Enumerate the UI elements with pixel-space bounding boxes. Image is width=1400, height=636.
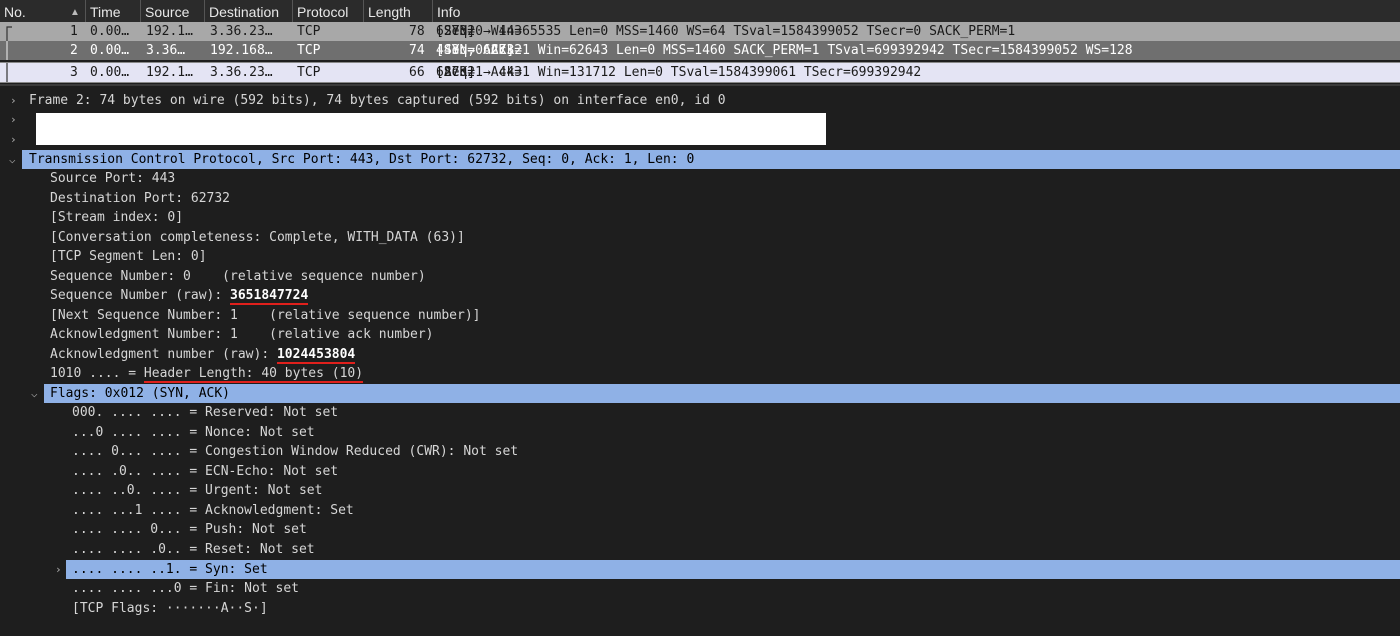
packet-destination: 192.168… xyxy=(210,43,273,58)
header-length-value: Header Length: 40 bytes (10) xyxy=(143,366,364,383)
flag-item[interactable]: .... .... 0... = Push: Not set xyxy=(0,520,1400,539)
tree-item-tcp[interactable]: ⌵ Transmission Control Protocol, Src Por… xyxy=(9,150,1400,169)
packet-row[interactable]: 3 0.00… 192.1… 3.36.23… TCP 66 62732 → 4… xyxy=(0,62,1400,83)
tcp-field-seq-raw[interactable]: Sequence Number (raw): 3651847724 xyxy=(0,286,1400,305)
redacted-area xyxy=(36,113,826,145)
chevron-down-icon[interactable]: ⌵ xyxy=(9,150,16,169)
chevron-right-icon[interactable]: › xyxy=(10,110,17,129)
flag-item-syn[interactable]: › .... .... ..1. = Syn: Set xyxy=(55,560,1400,579)
flag-item[interactable]: .... .... .0.. = Reset: Not set xyxy=(0,540,1400,559)
tcp-field[interactable]: Destination Port: 62732 xyxy=(0,189,1400,208)
packet-row[interactable]: 1 0.00… 192.1… 3.36.23… TCP 78 62732 → 4… xyxy=(0,22,1400,41)
tcp-field-ack-raw[interactable]: Acknowledgment number (raw): 1024453804 xyxy=(0,345,1400,364)
tree-item-flags[interactable]: ⌵ Flags: 0x012 (SYN, ACK) xyxy=(31,384,1400,403)
packet-list: No. ▲ Time Source Destination Protocol L… xyxy=(0,0,1400,83)
packet-row-selected[interactable]: 2 0.00… 3.36… 192.168… TCP 74 443 → 6273… xyxy=(0,41,1400,60)
packet-source: 3.36… xyxy=(146,43,186,58)
info-details: Seq=0 Win=65535 Len=0 MSS=1460 WS=64 TSv… xyxy=(436,24,1016,39)
packet-no: 1 xyxy=(70,24,78,39)
tcp-field[interactable]: Sequence Number: 0 (relative sequence nu… xyxy=(0,267,1400,286)
flag-item[interactable]: .... ...1 .... = Acknowledgment: Set xyxy=(0,501,1400,520)
flag-item[interactable]: [TCP Flags: ·······A··S·] xyxy=(0,599,1400,618)
packet-time: 0.00… xyxy=(90,65,130,80)
flag-item[interactable]: ...0 .... .... = Nonce: Not set xyxy=(0,423,1400,442)
chevron-right-icon[interactable]: › xyxy=(10,91,17,110)
tree-item-frame[interactable]: › Frame 2: 74 bytes on wire (592 bits), … xyxy=(0,91,1400,110)
packet-details: › Frame 2: 74 bytes on wire (592 bits), … xyxy=(0,86,1400,621)
info-details: Seq=0 Ack=1 Win=62643 Len=0 MSS=1460 SAC… xyxy=(436,43,1133,58)
packet-protocol: TCP xyxy=(297,65,321,80)
flag-item[interactable]: 000. .... .... = Reserved: Not set xyxy=(0,403,1400,422)
chevron-right-icon[interactable]: › xyxy=(10,130,17,149)
packet-source: 192.1… xyxy=(146,24,193,39)
flag-item[interactable]: .... .0.. .... = ECN-Echo: Not set xyxy=(0,462,1400,481)
ack-raw-value: 1024453804 xyxy=(276,347,356,364)
conversation-start-icon xyxy=(6,26,12,41)
tcp-field-header-length[interactable]: 1010 .... = Header Length: 40 bytes (10) xyxy=(0,364,1400,383)
flag-item[interactable]: .... ..0. .... = Urgent: Not set xyxy=(0,481,1400,500)
chevron-right-icon[interactable]: › xyxy=(55,560,62,579)
conversation-line-icon xyxy=(6,41,8,60)
packet-destination: 3.36.23… xyxy=(210,24,273,39)
packet-time: 0.00… xyxy=(90,43,130,58)
packet-no: 3 xyxy=(70,65,78,80)
tcp-field[interactable]: Acknowledgment Number: 1 (relative ack n… xyxy=(0,325,1400,344)
tcp-field[interactable]: [Stream index: 0] xyxy=(0,208,1400,227)
packet-length: 66 xyxy=(409,65,425,80)
flag-item[interactable]: .... .... ...0 = Fin: Not set xyxy=(0,579,1400,598)
packet-protocol: TCP xyxy=(297,24,321,39)
conversation-end-icon xyxy=(6,63,8,82)
chevron-down-icon[interactable]: ⌵ xyxy=(31,384,38,403)
packet-length: 78 xyxy=(409,24,425,39)
tcp-field[interactable]: Source Port: 443 xyxy=(0,169,1400,188)
seq-raw-value: 3651847724 xyxy=(230,288,309,305)
packet-source: 192.1… xyxy=(146,65,193,80)
packet-length: 74 xyxy=(409,43,425,58)
packet-time: 0.00… xyxy=(90,24,130,39)
flag-item[interactable]: .... 0... .... = Congestion Window Reduc… xyxy=(0,442,1400,461)
packet-protocol: TCP xyxy=(297,43,321,58)
tcp-field[interactable]: [Next Sequence Number: 1 (relative seque… xyxy=(0,306,1400,325)
packet-no: 2 xyxy=(70,43,78,58)
tcp-field[interactable]: [TCP Segment Len: 0] xyxy=(0,247,1400,266)
info-details: Seq=1 Ack=1 Win=131712 Len=0 TSval=15843… xyxy=(436,65,922,80)
packet-destination: 3.36.23… xyxy=(210,65,273,80)
tcp-field[interactable]: [Conversation completeness: Complete, WI… xyxy=(0,228,1400,247)
